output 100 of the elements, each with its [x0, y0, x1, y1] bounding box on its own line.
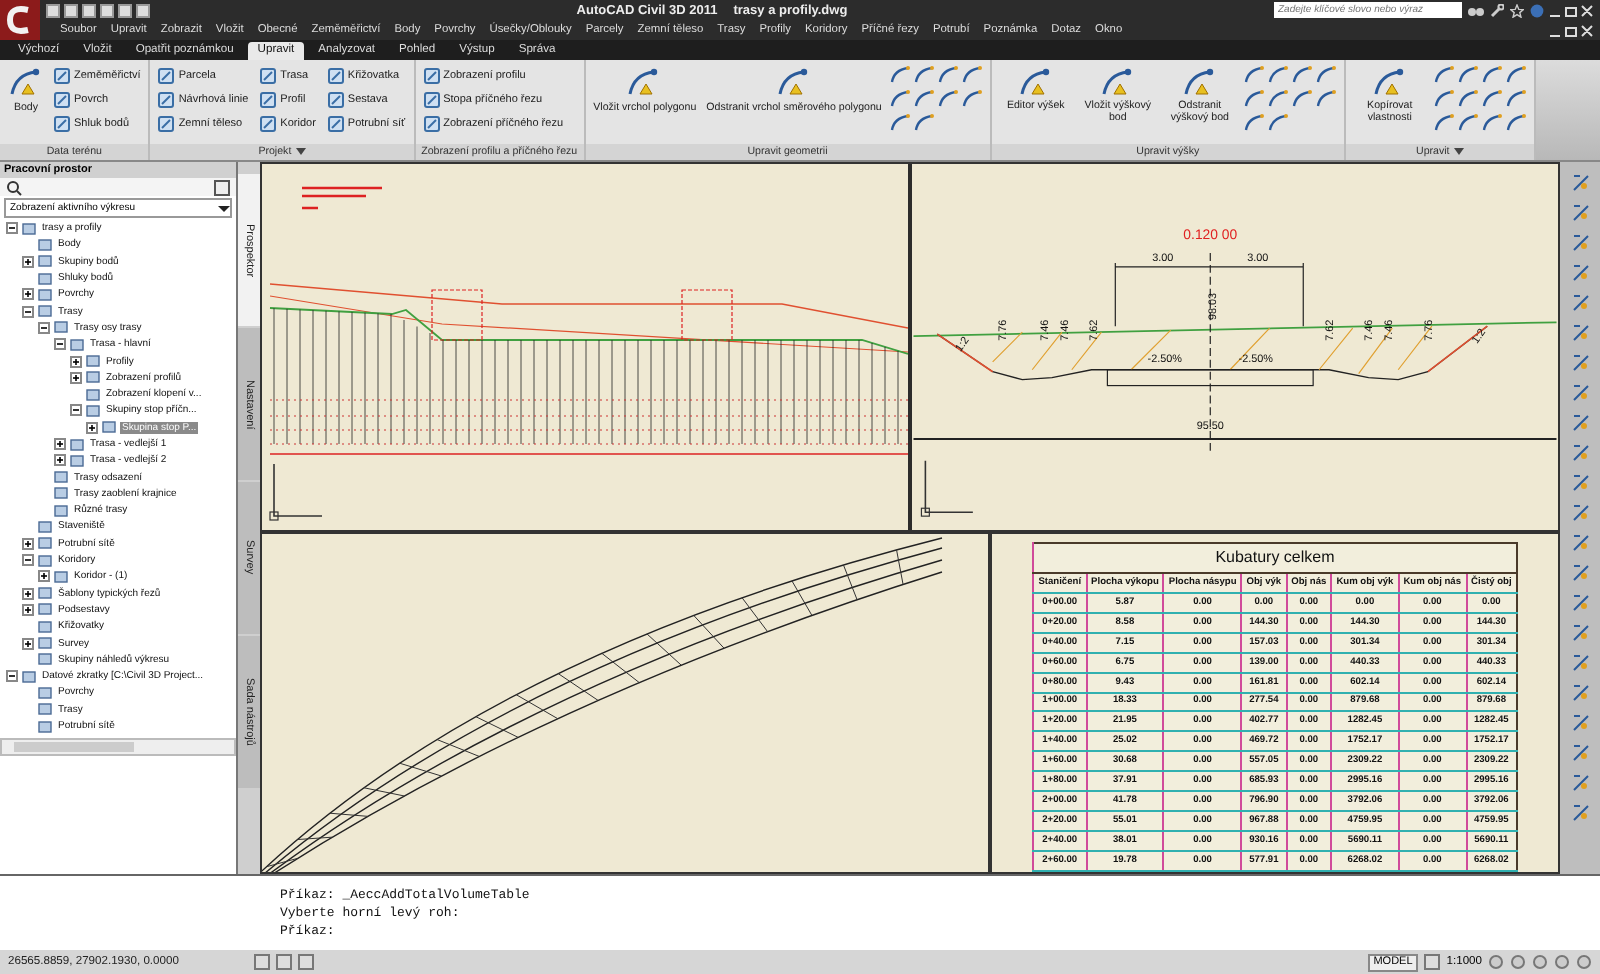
curve-vertex-icon	[626, 66, 663, 98]
edit-square-icon	[54, 92, 70, 108]
expand-toggle[interactable]	[22, 537, 34, 550]
toolbar-icon[interactable]	[1571, 594, 1589, 612]
star-icon[interactable]	[1510, 3, 1524, 17]
window-controls-icon[interactable]	[1550, 3, 1594, 17]
curve-vertex-icon	[1017, 66, 1054, 98]
wrench-icon[interactable]	[1490, 3, 1504, 17]
toolbar-icon[interactable]	[1571, 354, 1589, 372]
status-icon[interactable]	[1424, 954, 1441, 970]
curve-tool-icon[interactable]	[1243, 112, 1264, 132]
curve-tool-icon[interactable]	[1505, 88, 1526, 108]
edit-square-icon	[260, 116, 277, 132]
curve-tool-icon[interactable]	[937, 64, 958, 84]
caret-icon[interactable]	[1453, 148, 1464, 156]
toolbar-icon[interactable]	[1571, 624, 1589, 642]
toolbar-icon[interactable]	[1571, 564, 1589, 582]
toolbar-icon[interactable]	[1571, 174, 1589, 192]
expand-toggle[interactable]	[22, 255, 34, 268]
curve-tool-icon[interactable]	[913, 112, 934, 132]
curve-tool-icon[interactable]	[913, 64, 934, 84]
edit-square-icon	[423, 68, 440, 84]
curve-tool-icon[interactable]	[1505, 64, 1526, 84]
horizontal-scrollbar[interactable]	[0, 738, 236, 757]
curve-tool-icon[interactable]	[1433, 88, 1454, 108]
edit-square-icon	[327, 92, 344, 108]
edit-square-icon	[260, 92, 277, 108]
curve-tool-icon[interactable]	[1243, 88, 1264, 108]
expand-toggle[interactable]	[70, 355, 82, 368]
expand-toggle[interactable]	[6, 222, 18, 235]
curve-tool-icon[interactable]	[1481, 88, 1502, 108]
expand-toggle[interactable]	[86, 421, 98, 434]
curve-tool-icon[interactable]	[1433, 64, 1454, 84]
search-icon[interactable]	[6, 179, 22, 195]
expand-toggle[interactable]	[22, 554, 34, 567]
curve-tool-icon[interactable]	[1315, 64, 1336, 84]
curve-tool-icon[interactable]	[1457, 112, 1478, 132]
curve-tool-icon[interactable]	[961, 88, 982, 108]
expand-toggle[interactable]	[54, 454, 66, 467]
toolbar-icon[interactable]	[1571, 474, 1589, 492]
ucs-icon	[920, 459, 974, 517]
expand-toggle[interactable]	[70, 371, 82, 384]
toolbar-icon[interactable]	[1571, 714, 1589, 732]
expand-toggle[interactable]	[38, 321, 50, 334]
curve-tool-icon[interactable]	[1481, 64, 1502, 84]
ucs-icon	[269, 463, 323, 521]
curve-tool-icon[interactable]	[1291, 88, 1312, 108]
curve-tool-icon[interactable]	[1267, 112, 1288, 132]
expand-toggle[interactable]	[54, 438, 66, 450]
caret-icon[interactable]	[295, 148, 306, 156]
curve-vertex-icon	[1099, 66, 1136, 98]
expand-toggle[interactable]	[22, 637, 34, 650]
toolbar-icon[interactable]	[1571, 774, 1589, 792]
curve-tool-icon[interactable]	[1481, 112, 1502, 132]
edit-square-icon	[54, 116, 70, 132]
toolbar-icon[interactable]	[1571, 684, 1589, 702]
curve-tool-icon[interactable]	[1457, 64, 1478, 84]
curve-vertex-icon	[1181, 66, 1218, 98]
curve-tool-icon[interactable]	[937, 88, 958, 108]
app-logo-icon[interactable]	[0, 0, 40, 40]
expand-toggle[interactable]	[22, 587, 34, 600]
toolbar-icon[interactable]	[1571, 444, 1589, 462]
curve-tool-icon[interactable]	[889, 88, 910, 108]
toolbar-icon[interactable]	[1571, 294, 1589, 312]
curve-tool-icon[interactable]	[889, 112, 910, 132]
curve-tool-icon[interactable]	[1315, 88, 1336, 108]
toolbar-icon[interactable]	[1571, 534, 1589, 552]
caret-icon[interactable]	[218, 203, 230, 213]
toolbar-icon[interactable]	[1571, 504, 1589, 522]
curve-tool-icon[interactable]	[1267, 88, 1288, 108]
ribbon-background	[1535, 60, 1600, 160]
edit-square-icon	[327, 68, 344, 84]
expand-toggle[interactable]	[22, 288, 34, 301]
binoculars-icon[interactable]	[1468, 3, 1484, 17]
expand-toggle[interactable]	[70, 404, 82, 417]
toolbar-icon[interactable]	[1571, 414, 1589, 432]
curve-tool-icon[interactable]	[889, 64, 910, 84]
curve-tool-icon[interactable]	[961, 64, 982, 84]
curve-tool-icon[interactable]	[1267, 64, 1288, 84]
edit-square-icon	[158, 116, 175, 132]
toolbar-icon[interactable]	[1571, 204, 1589, 222]
expand-toggle[interactable]	[38, 570, 50, 583]
curve-tool-icon[interactable]	[1433, 112, 1454, 132]
expand-toggle[interactable]	[54, 338, 66, 351]
toolbar-icon[interactable]	[1571, 744, 1589, 762]
toolbar-icon[interactable]	[1571, 234, 1589, 252]
curve-tool-icon[interactable]	[1291, 64, 1312, 84]
toolbar-icon[interactable]	[1571, 264, 1589, 282]
expand-toggle[interactable]	[22, 305, 34, 318]
toolbar-icon[interactable]	[1571, 384, 1589, 402]
curve-tool-icon[interactable]	[913, 88, 934, 108]
window-controls-icon[interactable]	[1550, 23, 1594, 37]
curve-tool-icon[interactable]	[1457, 88, 1478, 108]
expand-toggle[interactable]	[6, 670, 18, 683]
expand-toggle[interactable]	[22, 603, 34, 616]
curve-tool-icon[interactable]	[1505, 112, 1526, 132]
curve-tool-icon[interactable]	[1243, 64, 1264, 84]
toolbar-icon[interactable]	[1571, 324, 1589, 342]
toolbar-icon[interactable]	[1571, 804, 1589, 822]
toolbar-icon[interactable]	[1571, 654, 1589, 672]
